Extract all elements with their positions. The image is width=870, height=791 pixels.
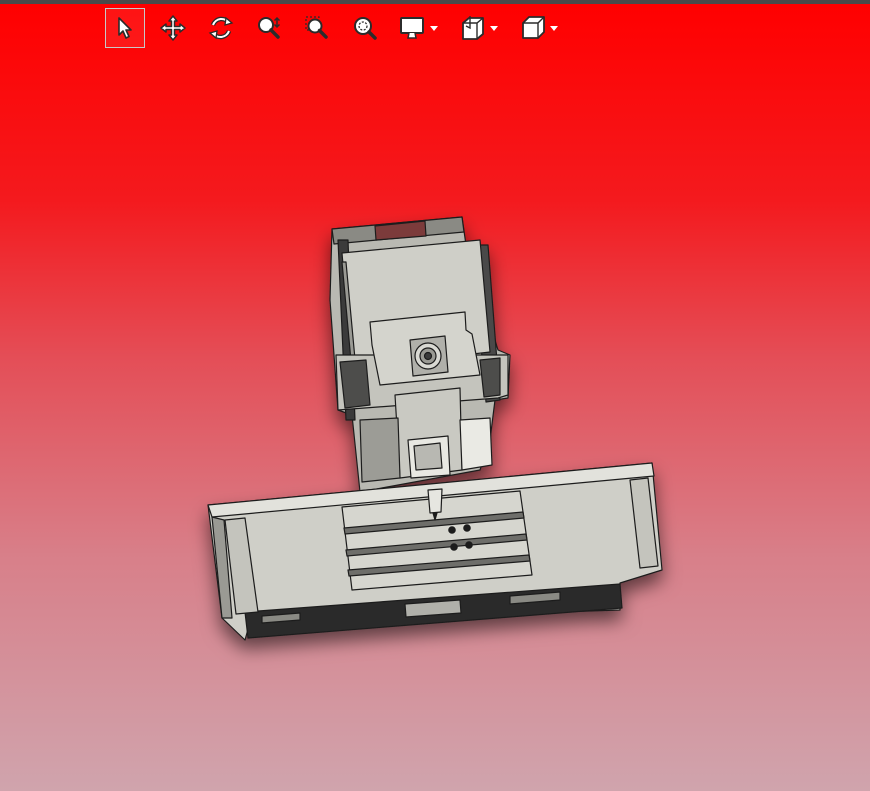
machine-model[interactable]	[0, 0, 870, 791]
